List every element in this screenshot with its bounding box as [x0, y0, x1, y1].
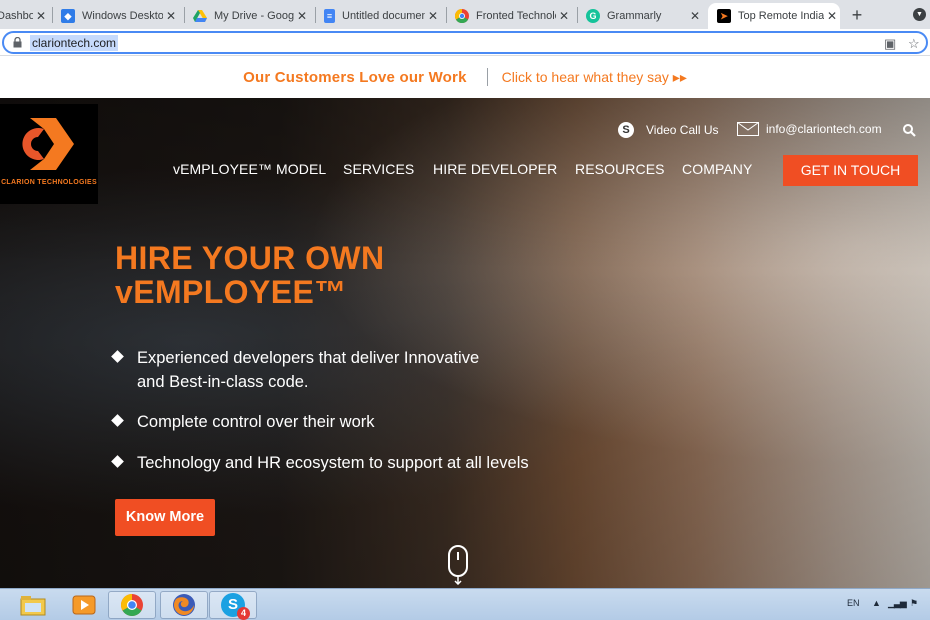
skype-icon: S [618, 122, 634, 138]
tab-title: Fronted Technolog [476, 10, 556, 22]
hero-section: CLARION TECHNOLOGIES S Video Call Us inf… [0, 98, 930, 588]
browser-tab-strip: Dashboard ✕ ◆ Windows Desktop ✕ My Drive… [0, 0, 930, 29]
video-call-label: Video Call Us [646, 123, 719, 137]
url-text[interactable]: clariontech.com [30, 35, 119, 51]
nav-vemployee-model[interactable]: vEMPLOYEE™ MODEL [173, 161, 326, 177]
tab-title: Dashboard [0, 10, 33, 22]
lock-icon [13, 37, 22, 48]
media-player-icon[interactable] [60, 591, 108, 619]
tab-separator [52, 7, 53, 23]
logo-text: CLARION TECHNOLOGIES [1, 179, 97, 186]
tab-dashboard[interactable]: Dashboard ✕ [0, 3, 49, 29]
tab-close-icon[interactable]: ✕ [687, 9, 703, 23]
hero-headline-line2: vEMPLOYEE™ [115, 274, 347, 310]
new-tab-icon[interactable]: + [846, 4, 868, 26]
tab-my-drive[interactable]: My Drive - Google ✕ [193, 3, 310, 29]
action-center-flag-icon[interactable]: ⚑ [910, 598, 918, 609]
google-drive-icon [193, 9, 207, 23]
tab-search-icon[interactable]: ▼ [913, 8, 926, 21]
clarion-favicon-icon: ➤ [717, 9, 731, 23]
tab-separator [184, 7, 185, 23]
diamond-bullet-icon [111, 455, 124, 468]
nav-company[interactable]: COMPANY [682, 161, 752, 177]
tab-windows-desktop[interactable]: ◆ Windows Desktop ✕ [61, 3, 179, 29]
tab-title: My Drive - Google [214, 10, 294, 22]
tab-close-icon[interactable]: ✕ [425, 9, 441, 23]
firefox-icon[interactable] [160, 591, 208, 619]
nav-hire-developer[interactable]: HIRE DEVELOPER [433, 161, 557, 177]
tab-top-remote-india[interactable]: ➤ Top Remote India ✕ [708, 3, 840, 29]
search-icon[interactable] [903, 124, 916, 137]
azure-devops-icon: ◆ [61, 9, 75, 23]
language-indicator[interactable]: EN [847, 598, 860, 608]
bullet-text: Experienced developers that deliver Inno… [137, 349, 480, 367]
banner-divider [486, 68, 488, 86]
tab-close-icon[interactable]: ✕ [294, 9, 310, 23]
bookmark-star-icon[interactable]: ☆ [908, 36, 920, 52]
skype-badge: 4 [237, 607, 250, 620]
tab-separator [446, 7, 447, 23]
banner-link[interactable]: Click to hear what they say ▸▸ [502, 69, 687, 86]
qr-code-icon[interactable]: ▣ [884, 36, 896, 52]
bullet-item: Technology and HR ecosystem to support a… [110, 451, 529, 475]
windows-taskbar: S 4 EN ▲ ▁▃▅ ⚑ [0, 588, 930, 620]
bullet-item: Complete control over their work [110, 410, 375, 434]
chrome-icon[interactable] [108, 591, 156, 619]
diamond-bullet-icon [111, 350, 124, 363]
mail-icon [737, 122, 759, 136]
tab-untitled-document[interactable]: ≡ Untitled document ✕ [324, 3, 441, 29]
tab-close-icon[interactable]: ✕ [556, 9, 572, 23]
hero-headline: HIRE YOUR OWN vEMPLOYEE™ [115, 241, 385, 309]
tab-title: Top Remote India [738, 10, 824, 22]
tab-fronted-technology[interactable]: Fronted Technolog ✕ [455, 3, 572, 29]
tab-title: Untitled document [342, 10, 425, 22]
tab-close-icon[interactable]: ✕ [824, 9, 840, 23]
network-icon[interactable]: ▁▃▅ [888, 598, 907, 609]
tab-grammarly[interactable]: G Grammarly ✕ [586, 3, 703, 29]
bullet-text: Technology and HR ecosystem to support a… [137, 454, 529, 472]
tab-title: Windows Desktop [82, 10, 163, 22]
bullet-text: and Best-in-class code. [137, 373, 309, 391]
skype-icon: S 4 [221, 593, 250, 620]
diamond-bullet-icon [111, 414, 124, 427]
know-more-button[interactable]: Know More [115, 499, 215, 536]
tab-close-icon[interactable]: ✕ [33, 9, 49, 23]
tab-separator [577, 7, 578, 23]
address-bar[interactable]: clariontech.com ▣ ☆ [2, 31, 928, 54]
tab-separator [315, 7, 316, 23]
clarion-logo-icon [22, 118, 74, 170]
bullet-item: Experienced developers that deliver Inno… [110, 346, 479, 394]
email-link[interactable]: info@clariontech.com [737, 122, 882, 136]
tray-arrow-icon[interactable]: ▲ [872, 598, 881, 608]
windows-explorer-icon[interactable] [9, 591, 57, 619]
testimonial-banner: Our Customers Love our Work Click to hea… [0, 56, 930, 98]
grammarly-icon: G [586, 9, 600, 23]
tab-title: Grammarly [607, 10, 662, 22]
nav-services[interactable]: SERVICES [343, 161, 414, 177]
bullet-text: Complete control over their work [137, 413, 375, 431]
google-docs-icon: ≡ [324, 9, 335, 23]
email-label: info@clariontech.com [766, 122, 882, 136]
browser-toolbar: clariontech.com ▣ ☆ [0, 29, 930, 56]
get-in-touch-button[interactable]: GET IN TOUCH [783, 155, 918, 186]
video-call-link[interactable]: S Video Call Us [618, 122, 718, 138]
hero-headline-line1: HIRE YOUR OWN [115, 240, 385, 276]
banner-headline: Our Customers Love our Work [243, 68, 467, 86]
clarion-logo[interactable]: CLARION TECHNOLOGIES [0, 104, 98, 204]
skype-taskbar-button[interactable]: S 4 [209, 591, 257, 620]
tab-close-icon[interactable]: ✕ [163, 9, 179, 23]
nav-resources[interactable]: RESOURCES [575, 161, 665, 177]
scroll-down-mouse-icon[interactable] [447, 545, 469, 585]
chrome-favicon-icon [455, 9, 469, 23]
